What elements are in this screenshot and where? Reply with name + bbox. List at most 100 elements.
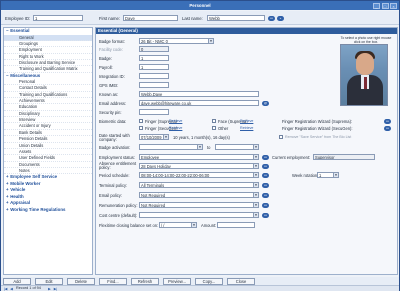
finger-secugen-checkbox[interactable] — [139, 126, 143, 130]
window-title: Personnel — [189, 3, 211, 8]
activation-to-input[interactable]: ▼ — [215, 144, 259, 150]
badge-input[interactable]: 1 — [139, 55, 169, 61]
retrieve-finger-suprema-link[interactable]: Retrieve — [169, 119, 182, 123]
section-title: Essential (General) — [96, 28, 397, 34]
week-rotation-label: Week rotation: — [292, 173, 319, 178]
chevron-down-icon: ▼ — [253, 145, 258, 149]
wizard-suprema-button[interactable]: ••• — [384, 119, 391, 124]
employment-status-select[interactable]: Employee ▼ — [139, 154, 259, 160]
chevron-down-icon: ▼ — [333, 173, 338, 177]
email-policy-lookup-icon[interactable]: ••• — [262, 192, 269, 198]
chevron-down-icon: ▼ — [253, 155, 258, 159]
chevron-down-icon: ▼ — [253, 193, 258, 197]
close-icon[interactable]: × — [390, 2, 397, 9]
gps-input[interactable] — [139, 82, 169, 88]
collapse-icon[interactable]: − — [6, 28, 9, 35]
wizard-suprema-label: Finger Registration Wizard (Suprema): — [282, 119, 353, 124]
chevron-down-icon: ▼ — [253, 213, 258, 217]
general-panel: Essential (General) To select a photo us… — [95, 27, 398, 275]
terminal-policy-select[interactable]: All Terminals ▼ — [139, 182, 259, 188]
facility-code-label: Facility code: — [99, 47, 123, 52]
last-name-label: Last name: — [182, 16, 203, 21]
section-tree: − Essential General Groupings Employment… — [3, 27, 93, 275]
remove-save-service-checkbox[interactable] — [279, 135, 283, 139]
remuneration-policy-lookup-icon[interactable]: ••• — [262, 202, 269, 208]
terminal-policy-lookup-icon[interactable]: ••• — [262, 182, 269, 188]
activation-from-input[interactable]: ▼ — [139, 144, 203, 150]
period-schedule-select[interactable]: 08:00-14:00-14:00-22:00-22:00-06:00 ▼ — [139, 172, 259, 178]
last-name-input[interactable]: Webb — [207, 15, 265, 21]
payroll-input[interactable]: 1 — [139, 64, 169, 70]
date-started-input[interactable]: 07/10/2009 ▼ — [139, 134, 169, 140]
minimize-icon[interactable]: _ — [373, 2, 380, 9]
date-started-label: Date started with company: — [99, 133, 130, 143]
cost-centre-select[interactable]: ▼ — [139, 212, 259, 218]
chevron-down-icon: ▼ — [253, 203, 258, 207]
cost-centre-lookup-icon[interactable]: ••• — [262, 212, 269, 218]
send-email-icon[interactable]: @ — [262, 100, 269, 106]
badge-format-select[interactable]: 26 Bit - NMC 0 ▼ — [139, 38, 214, 44]
employee-id-input[interactable]: 1 — [33, 15, 83, 21]
copy-button[interactable]: Copy... — [195, 277, 223, 285]
current-employment-input: Supervisor — [313, 154, 375, 160]
known-as-input[interactable]: Webb,Dave — [139, 91, 259, 97]
period-schedule-label: Period schedule: — [99, 173, 130, 178]
absence-policy-select[interactable]: 28 Days Holiday ▼ — [139, 163, 259, 169]
collapse-icon[interactable]: − — [6, 73, 9, 80]
biometric-label: Biometric data: — [99, 119, 127, 124]
tree-section-wtr[interactable]: + Working Time Regulations — [4, 207, 92, 214]
to-label: to — [207, 145, 211, 150]
face-suprema-checkbox[interactable] — [212, 119, 216, 123]
find-button[interactable]: Find... — [99, 277, 127, 285]
calendar-icon[interactable]: ▼ — [163, 135, 168, 139]
chevron-down-icon: ▼ — [253, 173, 258, 177]
amount-label: Amount: — [201, 223, 217, 228]
expand-icon[interactable]: + — [6, 207, 9, 214]
flexitime-label: Flexitime closing balance set on: — [99, 223, 159, 228]
email-policy-select[interactable]: Not Required ▼ — [139, 192, 259, 198]
close-button[interactable]: Close — [227, 277, 255, 285]
employee-navigate-icon[interactable]: » — [277, 15, 284, 21]
other-bio-label: Other — [218, 126, 229, 131]
retrieve-face-suprema-link[interactable]: Retrieve — [240, 119, 253, 123]
other-bio-checkbox[interactable] — [212, 126, 216, 130]
chevron-down-icon: ▼ — [191, 223, 196, 227]
first-name-label: First name: — [99, 16, 120, 21]
amount-input[interactable] — [217, 222, 255, 228]
week-rotation-select[interactable]: 1 ▼ — [317, 172, 339, 178]
action-toolbar: Add Edit Delete Find... Refresh Preview.… — [1, 277, 399, 285]
remuneration-policy-select[interactable]: Not Required ▼ — [139, 202, 259, 208]
lookup-employee-icon[interactable]: ••• — [268, 15, 275, 21]
absence-policy-lookup-icon[interactable]: ••• — [262, 163, 269, 169]
refresh-button[interactable]: Refresh — [131, 277, 159, 285]
facility-code-input[interactable]: 0 — [139, 46, 169, 52]
service-length: 10 years, 1 month(s), 16 day(s) — [173, 135, 230, 140]
remove-save-service-label: Remove "Save Service" from The Bio List — [285, 135, 352, 139]
maximize-icon[interactable]: □ — [381, 2, 389, 9]
badge-label: Badge: — [99, 56, 112, 61]
preview-button[interactable]: Preview... — [163, 277, 191, 285]
employee-photo[interactable] — [340, 44, 388, 106]
first-name-input[interactable]: Dave — [123, 15, 178, 21]
known-as-label: Known as: — [99, 92, 119, 97]
add-button[interactable]: Add — [3, 277, 31, 285]
chevron-down-icon: ▼ — [197, 145, 202, 149]
email-input[interactable]: dave.webb@hiteware.co.uk — [139, 100, 259, 106]
chevron-down-icon: ▼ — [253, 164, 258, 168]
status-bar: |◀ ◀ Record 1 of 94 ▶ ▶| — [1, 285, 399, 291]
integration-input[interactable] — [139, 73, 169, 79]
delete-button[interactable]: Delete — [67, 277, 95, 285]
retrieve-finger-secugen-link[interactable]: Retrieve — [169, 126, 182, 130]
photo-hint: To select a photo use right mouse click … — [340, 36, 392, 44]
chevron-down-icon: ▼ — [253, 183, 258, 187]
security-pin-input[interactable] — [139, 109, 169, 115]
retrieve-other-link[interactable]: Retrieve — [240, 126, 253, 130]
finger-suprema-checkbox[interactable] — [139, 119, 143, 123]
edit-button[interactable]: Edit — [35, 277, 63, 285]
terminal-policy-label: Terminal policy: — [99, 183, 128, 188]
employment-status-lookup-icon[interactable]: ••• — [262, 154, 269, 160]
flexitime-date-input[interactable]: / / ▼ — [159, 222, 197, 228]
wizard-secugen-button[interactable]: ••• — [384, 126, 391, 131]
period-schedule-lookup-icon[interactable]: ••• — [262, 172, 269, 178]
security-pin-label: Security pin: — [99, 110, 122, 115]
